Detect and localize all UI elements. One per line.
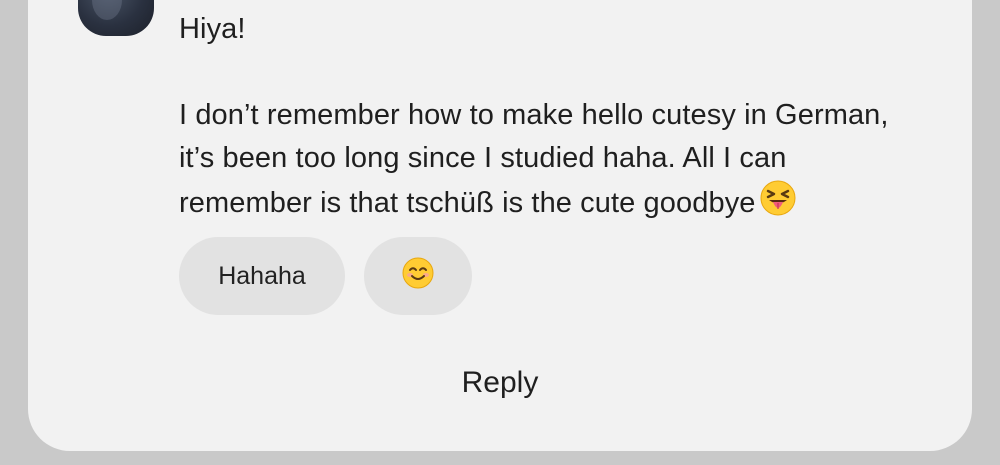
reply-button[interactable]: Reply bbox=[0, 366, 1000, 400]
message-body: Hiya! I don’t remember how to make hello… bbox=[179, 8, 939, 229]
message-line-1: I don’t remember how to make hello cutes… bbox=[179, 99, 889, 131]
squinting-tongue-emoji-icon bbox=[760, 180, 796, 229]
quick-reply-label: Hahaha bbox=[218, 261, 306, 290]
message-line-2: it’s been too long since I studied haha.… bbox=[179, 142, 787, 174]
message-greeting: Hiya! bbox=[179, 13, 246, 45]
quick-reply-emoji[interactable] bbox=[364, 237, 472, 315]
message-line-3: remember is that tschüß is the cute good… bbox=[179, 187, 756, 219]
quick-reply-hahaha[interactable]: Hahaha bbox=[179, 237, 345, 315]
smiling-face-emoji-icon bbox=[402, 257, 434, 296]
